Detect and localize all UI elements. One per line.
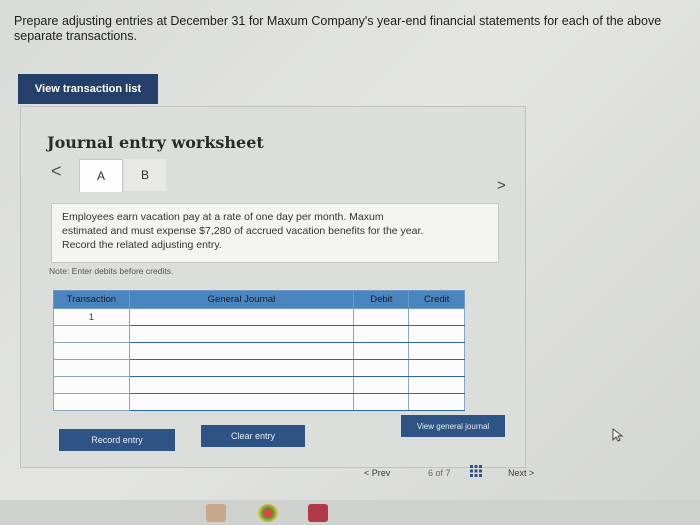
- note-text: Note: Enter debits before credits.: [49, 266, 174, 276]
- transaction-description: Employees earn vacation pay at a rate of…: [51, 203, 499, 263]
- general-journal-cell[interactable]: [128, 342, 355, 360]
- header-credit: Credit: [408, 290, 465, 309]
- transaction-cell[interactable]: [53, 359, 130, 377]
- taskbar-app-icon[interactable]: [206, 504, 226, 522]
- journal-entry-worksheet: Journal entry worksheet < A B > Employee…: [20, 106, 526, 468]
- page-count: 6 of 7: [428, 468, 451, 478]
- record-entry-button[interactable]: Record entry: [59, 429, 175, 451]
- description-line-2: estimated and must expense $7,280 of acc…: [62, 225, 424, 237]
- table-row: [53, 359, 465, 377]
- header-debit: Debit: [353, 290, 410, 309]
- view-transaction-list-button[interactable]: View transaction list: [18, 74, 158, 104]
- debit-cell[interactable]: [353, 325, 410, 343]
- description-line-1: Employees earn vacation pay at a rate of…: [62, 211, 384, 223]
- table-row: [53, 342, 465, 360]
- transaction-cell[interactable]: [53, 342, 130, 360]
- general-journal-cell[interactable]: [128, 376, 355, 394]
- chrome-icon[interactable]: [258, 504, 278, 522]
- prev-tab-arrow-icon[interactable]: <: [51, 161, 62, 182]
- general-journal-cell[interactable]: [128, 308, 355, 326]
- table-row: [53, 325, 465, 343]
- debit-cell[interactable]: [353, 308, 410, 326]
- next-tab-arrow-icon[interactable]: >: [497, 177, 506, 194]
- grid-icon[interactable]: [470, 465, 482, 479]
- prev-page-link[interactable]: < Prev: [364, 468, 390, 478]
- credit-cell[interactable]: [408, 393, 465, 411]
- header-general-journal: General Journal: [128, 290, 355, 309]
- transaction-cell[interactable]: [53, 376, 130, 394]
- transaction-cell[interactable]: 1: [53, 308, 130, 326]
- tab-a[interactable]: A: [79, 159, 123, 192]
- transaction-cell[interactable]: [53, 393, 130, 411]
- instructions-text: Prepare adjusting entries at December 31…: [14, 14, 662, 43]
- general-journal-cell[interactable]: [128, 359, 355, 377]
- taskbar: [0, 500, 700, 525]
- debit-cell[interactable]: [353, 393, 410, 411]
- description-line-3: Record the related adjusting entry.: [62, 239, 222, 251]
- debit-cell[interactable]: [353, 342, 410, 360]
- credit-cell[interactable]: [408, 376, 465, 394]
- general-journal-cell[interactable]: [128, 393, 355, 411]
- mail-icon[interactable]: [308, 504, 328, 522]
- header-transaction: Transaction: [53, 290, 130, 309]
- tab-b[interactable]: B: [124, 159, 166, 191]
- worksheet-title: Journal entry worksheet: [47, 133, 264, 152]
- general-journal-cell[interactable]: [128, 325, 355, 343]
- transaction-cell[interactable]: [53, 325, 130, 343]
- credit-cell[interactable]: [408, 325, 465, 343]
- journal-table: Transaction General Journal Debit Credit…: [53, 290, 465, 411]
- table-row: [53, 376, 465, 394]
- credit-cell[interactable]: [408, 342, 465, 360]
- view-general-journal-button[interactable]: View general journal: [401, 415, 505, 437]
- credit-cell[interactable]: [408, 308, 465, 326]
- mouse-cursor-icon: [612, 427, 624, 445]
- debit-cell[interactable]: [353, 376, 410, 394]
- table-row: [53, 393, 465, 411]
- credit-cell[interactable]: [408, 359, 465, 377]
- table-row: 1: [53, 308, 465, 326]
- debit-cell[interactable]: [353, 359, 410, 377]
- next-page-link[interactable]: Next >: [508, 468, 534, 478]
- clear-entry-button[interactable]: Clear entry: [201, 425, 305, 447]
